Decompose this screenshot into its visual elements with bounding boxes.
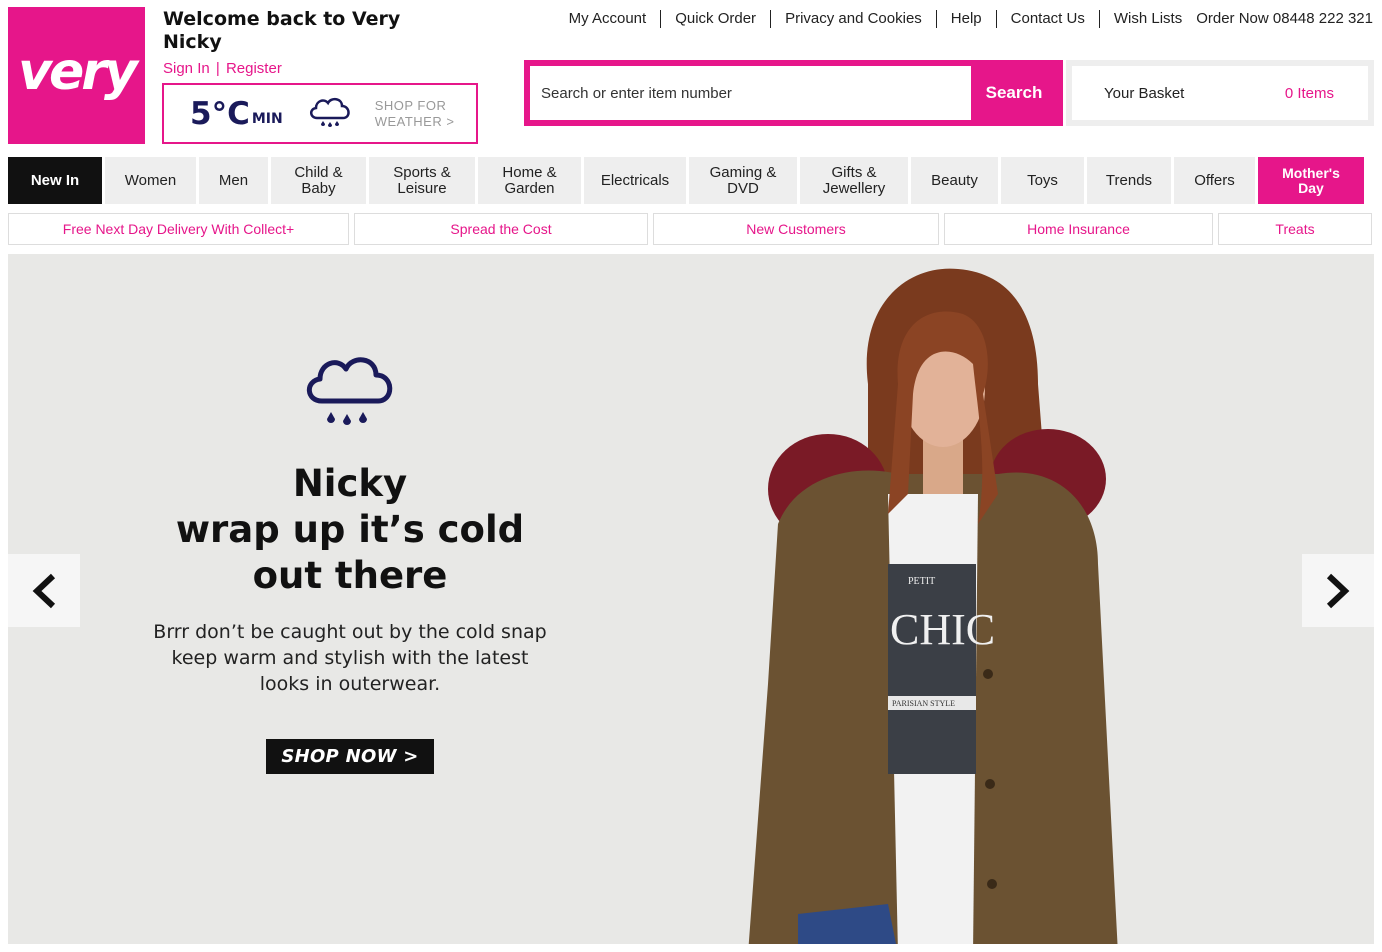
shop-now-button[interactable]: SHOP NOW > <box>266 739 434 774</box>
nav-label-line2: Jewellery <box>822 179 886 197</box>
basket-count: 0 Items <box>1284 84 1334 102</box>
carousel-next-button[interactable] <box>1302 554 1374 627</box>
hero-copy: Nicky wrap up it’s cold out there Brrr d… <box>110 349 590 774</box>
nav-new-in[interactable]: New In <box>8 157 102 204</box>
my-account-link[interactable]: My Account <box>569 10 662 28</box>
nav-label: Gaming & DVD <box>709 163 777 197</box>
nav-sports-leisure[interactable]: Sports & Leisure <box>369 157 475 204</box>
basket-label: Your Basket <box>1104 84 1185 102</box>
nav-men[interactable]: Men <box>199 157 268 204</box>
hero-text-line2: keep warm and stylish with the latest <box>171 647 529 669</box>
nav-women[interactable]: Women <box>105 157 196 204</box>
nav-label: Electricals <box>600 171 670 189</box>
promo-bar: Free Next Day Delivery With Collect+ Spr… <box>8 213 1372 245</box>
promo-new-customers[interactable]: New Customers <box>653 213 939 245</box>
promo-spread-cost[interactable]: Spread the Cost <box>354 213 648 245</box>
nav-label: Sports & Leisure <box>393 163 451 197</box>
tshirt-text-parisian: PARISIAN STYLE <box>892 699 955 708</box>
tshirt-text-chic: CHIC <box>890 605 995 654</box>
chevron-left-icon <box>32 573 56 608</box>
search-bar: Search <box>524 60 1063 126</box>
logo-text: very <box>18 41 138 102</box>
nav-label-line2: Garden <box>504 179 555 197</box>
shop-for-weather-link[interactable]: SHOP FOR WEATHER > <box>375 98 455 130</box>
basket[interactable]: Your Basket 0 Items <box>1066 60 1374 126</box>
temperature: 5°C <box>190 95 250 132</box>
nav-label-line1: Gifts & <box>831 163 877 181</box>
weather-widget[interactable]: 5°C MIN SHOP FOR WEATHER > <box>162 83 478 144</box>
welcome-title-line1: Welcome back to Very <box>163 8 401 30</box>
rain-cloud-icon <box>306 357 393 425</box>
nav-label-line2: Baby <box>301 179 336 197</box>
nav-label: Gifts & Jewellery <box>822 163 886 197</box>
weather-link-line2: WEATHER > <box>374 113 455 129</box>
hero-text-line3: looks in outerwear. <box>259 673 441 695</box>
help-link[interactable]: Help <box>937 10 997 28</box>
nav-beauty[interactable]: Beauty <box>911 157 998 204</box>
main-nav: New In Women Men Child & Baby Sports & Lei… <box>8 157 1374 204</box>
register-link[interactable]: Register <box>226 60 282 77</box>
sign-in-link[interactable]: Sign In <box>163 60 210 77</box>
nav-toys[interactable]: Toys <box>1001 157 1084 204</box>
order-phone-number: Order Now 08448 222 321 <box>1196 10 1373 27</box>
temperature-label: MIN <box>251 110 283 127</box>
promo-treats[interactable]: Treats <box>1218 213 1372 245</box>
nav-label-line1: Home & <box>502 163 557 181</box>
nav-home-garden[interactable]: Home & Garden <box>478 157 581 204</box>
nav-label: Toys <box>1027 171 1058 189</box>
nav-label-line2: Leisure <box>397 179 447 197</box>
chevron-right-icon <box>1326 573 1350 608</box>
nav-label: Child & Baby <box>294 163 343 197</box>
nav-label: Trends <box>1105 171 1153 189</box>
auth-separator: | <box>215 60 220 77</box>
rain-cloud-icon <box>309 97 350 127</box>
nav-gaming-dvd[interactable]: Gaming & DVD <box>689 157 797 204</box>
search-input[interactable] <box>530 66 971 120</box>
quick-order-link[interactable]: Quick Order <box>661 10 772 28</box>
welcome-user-name: Nicky <box>163 31 222 53</box>
nav-label: New In <box>30 171 80 189</box>
nav-offers[interactable]: Offers <box>1174 157 1255 204</box>
nav-mothers-day[interactable]: Mother's Day <box>1258 157 1364 204</box>
hero-banner[interactable]: Nicky wrap up it’s cold out there Brrr d… <box>8 254 1374 944</box>
nav-label-line1: Gaming & <box>709 163 777 181</box>
promo-free-delivery[interactable]: Free Next Day Delivery With Collect+ <box>8 213 349 245</box>
wish-lists-link[interactable]: Wish Lists <box>1100 10 1196 28</box>
nav-gifts-jewellery[interactable]: Gifts & Jewellery <box>800 157 908 204</box>
tshirt-text-petit: PETIT <box>908 576 935 587</box>
nav-label-line1: Mother's <box>1282 164 1340 181</box>
nav-label-line1: Sports & <box>393 163 451 181</box>
nav-label-line1: Child & <box>294 163 343 181</box>
nav-label-line2: DVD <box>727 179 759 197</box>
weather-link-line1: SHOP FOR <box>374 97 447 113</box>
welcome-title: Welcome back to Very Nicky <box>163 8 463 54</box>
nav-label: Home & Garden <box>502 163 557 197</box>
privacy-cookies-link[interactable]: Privacy and Cookies <box>771 10 937 28</box>
contact-us-link[interactable]: Contact Us <box>997 10 1100 28</box>
hero-title: Nicky wrap up it’s cold out there <box>110 461 590 599</box>
nav-label: Men <box>218 171 249 189</box>
model-image: PETIT CHIC PARISIAN STYLE <box>748 268 1118 944</box>
carousel-prev-button[interactable] <box>8 554 80 627</box>
nav-label: Mother's Day <box>1282 164 1340 196</box>
hero-title-line1: Nicky <box>292 462 408 505</box>
hero-title-line2: wrap up it’s cold <box>175 508 525 551</box>
nav-child-baby[interactable]: Child & Baby <box>271 157 366 204</box>
promo-home-insurance[interactable]: Home Insurance <box>944 213 1213 245</box>
nav-electricals[interactable]: Electricals <box>584 157 686 204</box>
auth-links: Sign In | Register <box>163 60 463 77</box>
nav-label: Women <box>124 171 177 189</box>
nav-trends[interactable]: Trends <box>1087 157 1171 204</box>
hero-text-line1: Brrr don’t be caught out by the cold sna… <box>153 621 547 643</box>
welcome-block: Welcome back to Very Nicky Sign In | Reg… <box>163 8 463 77</box>
nav-label-line2: Day <box>1298 179 1324 196</box>
top-links: My Account Quick Order Privacy and Cooki… <box>569 10 1373 28</box>
hero-description: Brrr don’t be caught out by the cold sna… <box>110 619 590 697</box>
hero-title-line3: out there <box>252 554 448 597</box>
nav-label: Beauty <box>931 171 978 189</box>
search-button[interactable]: Search <box>971 66 1057 120</box>
nav-label: Offers <box>1194 171 1235 189</box>
very-logo[interactable]: very <box>8 7 145 144</box>
